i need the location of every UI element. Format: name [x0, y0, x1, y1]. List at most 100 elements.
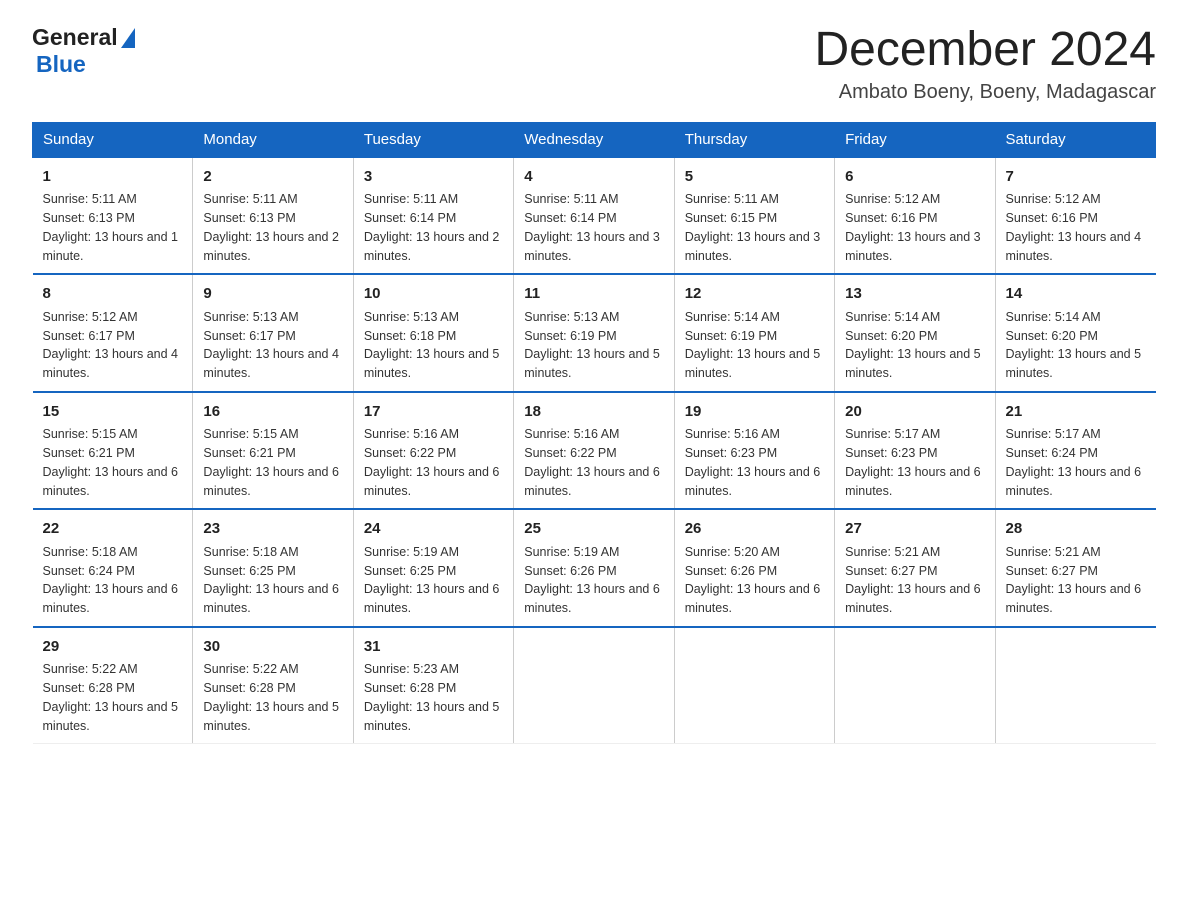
day-info: Sunrise: 5:11 AMSunset: 6:14 PMDaylight:… [364, 190, 503, 265]
page-header: General Blue December 2024 Ambato Boeny,… [32, 24, 1156, 104]
day-number: 16 [203, 401, 342, 424]
calendar-cell: 1Sunrise: 5:11 AMSunset: 6:13 PMDaylight… [33, 157, 193, 275]
day-number: 23 [203, 518, 342, 541]
calendar-cell: 21Sunrise: 5:17 AMSunset: 6:24 PMDayligh… [995, 392, 1155, 510]
day-info: Sunrise: 5:13 AMSunset: 6:17 PMDaylight:… [203, 308, 342, 383]
month-title: December 2024 [814, 24, 1156, 77]
week-row-4: 22Sunrise: 5:18 AMSunset: 6:24 PMDayligh… [33, 509, 1156, 627]
weekday-header-friday: Friday [835, 122, 995, 157]
day-number: 5 [685, 166, 824, 189]
calendar-cell: 30Sunrise: 5:22 AMSunset: 6:28 PMDayligh… [193, 627, 353, 744]
day-number: 26 [685, 518, 824, 541]
day-number: 24 [364, 518, 503, 541]
day-info: Sunrise: 5:12 AMSunset: 6:16 PMDaylight:… [1006, 190, 1146, 265]
day-info: Sunrise: 5:20 AMSunset: 6:26 PMDaylight:… [685, 543, 824, 618]
calendar-cell: 10Sunrise: 5:13 AMSunset: 6:18 PMDayligh… [353, 274, 513, 392]
day-info: Sunrise: 5:15 AMSunset: 6:21 PMDaylight:… [43, 425, 183, 500]
calendar-cell: 31Sunrise: 5:23 AMSunset: 6:28 PMDayligh… [353, 627, 513, 744]
day-info: Sunrise: 5:22 AMSunset: 6:28 PMDaylight:… [43, 660, 183, 735]
day-info: Sunrise: 5:13 AMSunset: 6:18 PMDaylight:… [364, 308, 503, 383]
day-info: Sunrise: 5:14 AMSunset: 6:19 PMDaylight:… [685, 308, 824, 383]
day-number: 12 [685, 283, 824, 306]
day-info: Sunrise: 5:21 AMSunset: 6:27 PMDaylight:… [845, 543, 984, 618]
day-info: Sunrise: 5:22 AMSunset: 6:28 PMDaylight:… [203, 660, 342, 735]
day-number: 15 [43, 401, 183, 424]
calendar-cell: 7Sunrise: 5:12 AMSunset: 6:16 PMDaylight… [995, 157, 1155, 275]
calendar-table: SundayMondayTuesdayWednesdayThursdayFrid… [32, 122, 1156, 745]
calendar-cell: 9Sunrise: 5:13 AMSunset: 6:17 PMDaylight… [193, 274, 353, 392]
week-row-3: 15Sunrise: 5:15 AMSunset: 6:21 PMDayligh… [33, 392, 1156, 510]
day-info: Sunrise: 5:11 AMSunset: 6:14 PMDaylight:… [524, 190, 663, 265]
day-info: Sunrise: 5:23 AMSunset: 6:28 PMDaylight:… [364, 660, 503, 735]
logo: General Blue [32, 24, 135, 78]
day-number: 25 [524, 518, 663, 541]
logo-general-text: General [32, 24, 118, 51]
day-number: 18 [524, 401, 663, 424]
calendar-cell: 11Sunrise: 5:13 AMSunset: 6:19 PMDayligh… [514, 274, 674, 392]
calendar-cell: 6Sunrise: 5:12 AMSunset: 6:16 PMDaylight… [835, 157, 995, 275]
day-number: 19 [685, 401, 824, 424]
calendar-cell: 23Sunrise: 5:18 AMSunset: 6:25 PMDayligh… [193, 509, 353, 627]
day-number: 22 [43, 518, 183, 541]
day-number: 7 [1006, 166, 1146, 189]
weekday-header-sunday: Sunday [33, 122, 193, 157]
day-number: 6 [845, 166, 984, 189]
calendar-cell: 19Sunrise: 5:16 AMSunset: 6:23 PMDayligh… [674, 392, 834, 510]
day-info: Sunrise: 5:14 AMSunset: 6:20 PMDaylight:… [845, 308, 984, 383]
calendar-cell [674, 627, 834, 744]
week-row-5: 29Sunrise: 5:22 AMSunset: 6:28 PMDayligh… [33, 627, 1156, 744]
calendar-cell: 16Sunrise: 5:15 AMSunset: 6:21 PMDayligh… [193, 392, 353, 510]
weekday-header-saturday: Saturday [995, 122, 1155, 157]
calendar-cell [835, 627, 995, 744]
logo-triangle-icon [121, 28, 135, 48]
day-number: 8 [43, 283, 183, 306]
day-number: 9 [203, 283, 342, 306]
day-number: 21 [1006, 401, 1146, 424]
calendar-cell: 17Sunrise: 5:16 AMSunset: 6:22 PMDayligh… [353, 392, 513, 510]
day-info: Sunrise: 5:15 AMSunset: 6:21 PMDaylight:… [203, 425, 342, 500]
day-info: Sunrise: 5:19 AMSunset: 6:25 PMDaylight:… [364, 543, 503, 618]
calendar-cell: 29Sunrise: 5:22 AMSunset: 6:28 PMDayligh… [33, 627, 193, 744]
day-info: Sunrise: 5:12 AMSunset: 6:16 PMDaylight:… [845, 190, 984, 265]
weekday-header-thursday: Thursday [674, 122, 834, 157]
logo-blue-text: Blue [36, 51, 86, 78]
calendar-cell: 5Sunrise: 5:11 AMSunset: 6:15 PMDaylight… [674, 157, 834, 275]
day-number: 28 [1006, 518, 1146, 541]
day-info: Sunrise: 5:14 AMSunset: 6:20 PMDaylight:… [1006, 308, 1146, 383]
day-info: Sunrise: 5:12 AMSunset: 6:17 PMDaylight:… [43, 308, 183, 383]
calendar-cell: 14Sunrise: 5:14 AMSunset: 6:20 PMDayligh… [995, 274, 1155, 392]
day-info: Sunrise: 5:11 AMSunset: 6:13 PMDaylight:… [43, 190, 183, 265]
day-info: Sunrise: 5:16 AMSunset: 6:22 PMDaylight:… [364, 425, 503, 500]
title-block: December 2024 Ambato Boeny, Boeny, Madag… [814, 24, 1156, 104]
calendar-cell [514, 627, 674, 744]
calendar-cell: 15Sunrise: 5:15 AMSunset: 6:21 PMDayligh… [33, 392, 193, 510]
day-info: Sunrise: 5:21 AMSunset: 6:27 PMDaylight:… [1006, 543, 1146, 618]
day-number: 2 [203, 166, 342, 189]
calendar-cell: 4Sunrise: 5:11 AMSunset: 6:14 PMDaylight… [514, 157, 674, 275]
calendar-cell: 27Sunrise: 5:21 AMSunset: 6:27 PMDayligh… [835, 509, 995, 627]
day-number: 10 [364, 283, 503, 306]
day-info: Sunrise: 5:18 AMSunset: 6:24 PMDaylight:… [43, 543, 183, 618]
week-row-2: 8Sunrise: 5:12 AMSunset: 6:17 PMDaylight… [33, 274, 1156, 392]
day-number: 20 [845, 401, 984, 424]
day-number: 31 [364, 636, 503, 659]
weekday-header-tuesday: Tuesday [353, 122, 513, 157]
day-info: Sunrise: 5:16 AMSunset: 6:22 PMDaylight:… [524, 425, 663, 500]
location-subtitle: Ambato Boeny, Boeny, Madagascar [814, 81, 1156, 104]
day-number: 4 [524, 166, 663, 189]
calendar-cell: 8Sunrise: 5:12 AMSunset: 6:17 PMDaylight… [33, 274, 193, 392]
calendar-cell: 20Sunrise: 5:17 AMSunset: 6:23 PMDayligh… [835, 392, 995, 510]
weekday-header-monday: Monday [193, 122, 353, 157]
day-number: 1 [43, 166, 183, 189]
day-number: 3 [364, 166, 503, 189]
weekday-header-row: SundayMondayTuesdayWednesdayThursdayFrid… [33, 122, 1156, 157]
calendar-cell: 12Sunrise: 5:14 AMSunset: 6:19 PMDayligh… [674, 274, 834, 392]
day-info: Sunrise: 5:18 AMSunset: 6:25 PMDaylight:… [203, 543, 342, 618]
calendar-cell: 13Sunrise: 5:14 AMSunset: 6:20 PMDayligh… [835, 274, 995, 392]
day-number: 11 [524, 283, 663, 306]
calendar-cell: 28Sunrise: 5:21 AMSunset: 6:27 PMDayligh… [995, 509, 1155, 627]
day-info: Sunrise: 5:16 AMSunset: 6:23 PMDaylight:… [685, 425, 824, 500]
day-number: 17 [364, 401, 503, 424]
day-info: Sunrise: 5:13 AMSunset: 6:19 PMDaylight:… [524, 308, 663, 383]
day-number: 13 [845, 283, 984, 306]
